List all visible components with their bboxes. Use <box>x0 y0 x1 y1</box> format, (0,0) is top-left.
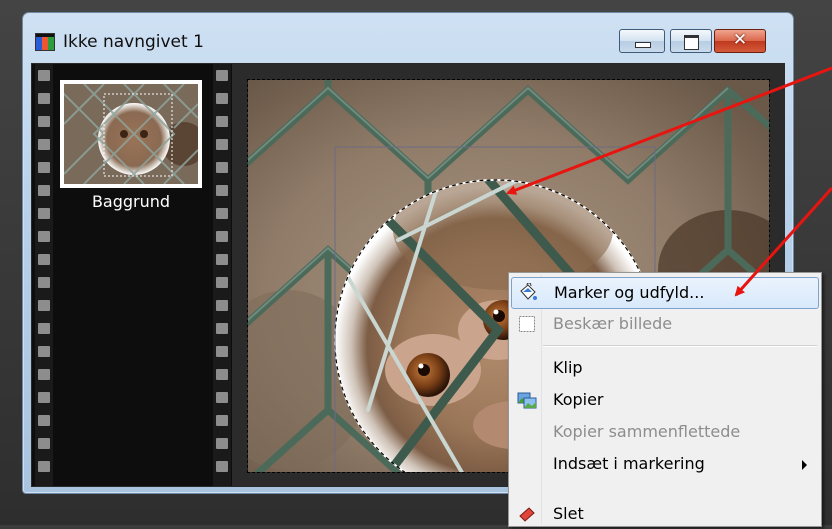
eraser-icon <box>519 507 535 522</box>
film-perforations-right <box>213 64 231 486</box>
film-perforation <box>38 116 50 127</box>
film-perforation <box>38 323 50 334</box>
film-perforation <box>216 461 228 472</box>
film-perforation <box>38 392 50 403</box>
film-perforation <box>216 277 228 288</box>
film-perforation <box>216 415 228 426</box>
minimize-icon <box>635 42 651 48</box>
film-perforation <box>216 208 228 219</box>
menu-item-paste-into-selection[interactable]: Indsæt i markering <box>511 449 819 479</box>
close-icon: ✕ <box>732 30 748 50</box>
title-bar[interactable]: Ikke navngivet 1 ✕ <box>23 13 793 61</box>
layer-thumbnail[interactable] <box>60 80 202 188</box>
film-perforation <box>38 139 50 150</box>
film-perforation <box>216 300 228 311</box>
menu-item-copy[interactable]: Kopier <box>511 385 819 415</box>
menu-item-crop-image[interactable]: Beskær billede <box>511 309 819 339</box>
close-button[interactable]: ✕ <box>714 29 766 53</box>
menu-item-cut[interactable]: Klip <box>511 353 819 383</box>
film-perforation <box>216 93 228 104</box>
menu-label: Slet <box>553 504 584 523</box>
minimize-button[interactable] <box>619 29 665 53</box>
menu-item-select-and-fill[interactable]: Marker og udfyld... <box>511 277 819 309</box>
layers-panel: Baggrund <box>32 64 232 486</box>
layer-thumbnail-image <box>64 84 198 184</box>
menu-label: Marker og udfyld... <box>554 283 705 302</box>
film-perforation <box>216 70 228 81</box>
menu-label: Klip <box>553 358 583 377</box>
film-perforation <box>38 70 50 81</box>
film-perforation <box>38 208 50 219</box>
maximize-icon <box>684 35 699 50</box>
film-perforation <box>216 346 228 357</box>
paint-bucket-icon <box>520 283 537 300</box>
menu-label: Kopier sammenflettede <box>553 422 741 441</box>
film-perforation <box>38 93 50 104</box>
window-title: Ikke navngivet 1 <box>63 32 204 52</box>
film-perforation <box>38 415 50 426</box>
menu-label: Beskær billede <box>553 314 673 333</box>
film-perforation <box>216 369 228 380</box>
film-perforation <box>216 185 228 196</box>
film-perforation <box>38 277 50 288</box>
crop-icon <box>519 316 535 332</box>
film-perforation <box>38 346 50 357</box>
layer-name-label[interactable]: Baggrund <box>60 192 202 211</box>
film-perforation <box>216 438 228 449</box>
film-perforation <box>38 369 50 380</box>
menu-item-copy-merged[interactable]: Kopier sammenflettede <box>511 417 819 447</box>
film-perforation <box>38 300 50 311</box>
submenu-arrow-icon <box>802 460 807 470</box>
menu-label: Kopier <box>553 390 604 409</box>
maximize-button[interactable] <box>670 29 712 53</box>
film-perforation <box>216 162 228 173</box>
copy-image-icon <box>517 392 537 409</box>
film-perforation <box>38 254 50 265</box>
film-perforation <box>216 392 228 403</box>
film-perforation <box>38 162 50 173</box>
menu-label: Indsæt i markering <box>553 454 705 473</box>
film-perforation <box>38 461 50 472</box>
film-perforation <box>216 254 228 265</box>
film-perforation <box>216 231 228 242</box>
document-icon <box>35 33 55 51</box>
film-perforation <box>38 231 50 242</box>
film-perforation <box>216 116 228 127</box>
film-perforation <box>38 438 50 449</box>
film-perforations-left <box>35 64 53 486</box>
menu-separator <box>543 345 817 347</box>
film-perforation <box>216 139 228 150</box>
film-perforation <box>38 185 50 196</box>
context-menu: Marker og udfyld... Beskær billede Klip … <box>508 272 822 527</box>
film-perforation <box>216 323 228 334</box>
